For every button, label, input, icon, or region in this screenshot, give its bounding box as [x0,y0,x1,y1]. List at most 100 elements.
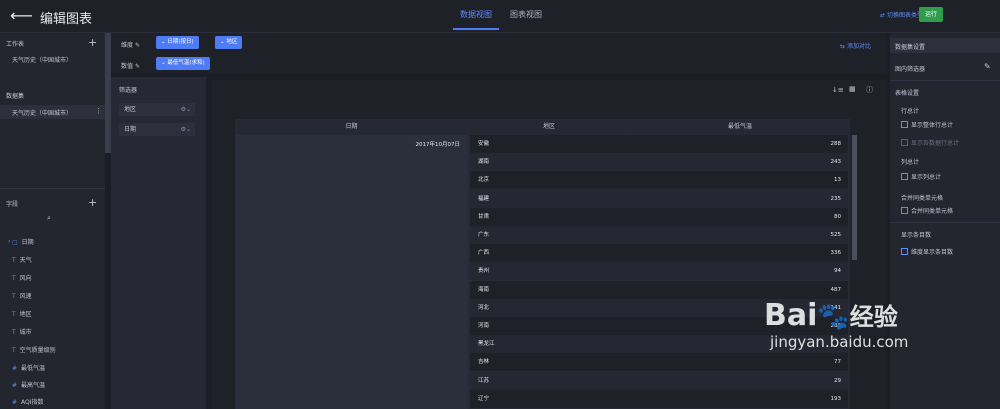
field-label: 风速 [19,293,32,300]
field-item[interactable]: T 天气 [12,255,32,264]
field-item[interactable]: T 城市 [12,327,32,336]
filter-date[interactable]: 日期 ⚙⌄ [119,123,195,136]
table-header-region[interactable]: 地区 [469,119,629,135]
gear-chevron-icon: ⚙⌄ [180,106,191,113]
field-item[interactable]: T 风向 [12,273,32,282]
show-row-total-label: 显示整体行总计 [911,122,954,129]
table-cell-region: 广东 [478,232,490,238]
expand-chevron-icon[interactable]: › [8,238,10,245]
add-field-plus-icon[interactable]: + [88,196,97,209]
table-cell-min-temp: 243 [830,159,842,166]
col-total-label: 列总计 [901,159,920,166]
table-cell-region: 吉林 [478,359,490,366]
add-worktable-plus-icon[interactable]: + [88,36,97,49]
sidebar-divider [0,188,105,189]
field-label: 空气质量级别 [19,347,56,354]
show-row-total-checkbox[interactable] [901,121,908,128]
text-field-icon: T [12,275,16,282]
field-label: AQI指数 [21,399,44,406]
table-cell-min-temp: 13 [834,177,841,184]
gear-chevron-icon: ⚙⌄ [180,126,191,133]
search-icon[interactable]: ⌕ [47,214,51,223]
date-merged-cell [235,135,468,409]
watermark-brand2: 经验 [849,303,898,331]
number-field-icon: # [12,382,18,389]
info-icon[interactable]: ⓘ [866,85,873,95]
table-cell-region: 广西 [478,250,490,257]
dimension-chip-region[interactable]: ⌄ 地区 [215,36,243,49]
show-each-row-total-label: 显示各数据行总计 [911,140,960,147]
dataset-item: 天气历史（中国城市） [12,110,73,117]
tab-data-view[interactable]: 数据视图 [460,9,492,20]
field-item[interactable]: # 最高气温 [12,380,45,389]
table-cell-min-temp: 29 [834,377,841,384]
table-cell-min-temp: 288 [830,141,842,147]
dim-show-count-label: 维度显示条目数 [911,249,954,256]
field-label: 城市 [19,329,32,336]
field-item[interactable]: T 空气质量级别 [12,345,56,354]
table-vertical-scrollbar[interactable] [852,135,857,260]
table-cell-region: 海南 [478,286,490,293]
table-cell-min-temp: 77 [834,359,841,366]
field-item[interactable]: T 地区 [12,309,32,318]
table-header-date[interactable]: 日期 [235,119,468,135]
dataset-more-icon[interactable]: ⋮ [95,107,102,115]
sort-icon[interactable]: ↓≡ [832,86,844,94]
text-field-icon: T [12,311,16,318]
watermark-url: jingyan.baidu.com [770,333,909,351]
field-label: 日期 [21,239,34,246]
text-field-icon: T [12,329,16,336]
tab-chart-view[interactable]: 图表视图 [510,9,542,20]
merge-cells-checkbox[interactable] [901,207,908,214]
table-cell-region: 河北 [478,304,490,311]
field-item[interactable]: T 风速 [12,291,32,300]
date-field-icon: ▢ [12,239,18,246]
table-cell-region: 辽宁 [478,395,490,402]
text-field-icon: T [12,347,16,354]
table-cell-region: 安徽 [478,141,490,147]
text-field-icon: T [12,293,16,300]
edit-pencil-icon[interactable]: ✎ [984,62,991,71]
table-cell-region: 甘肃 [478,213,490,220]
back-arrow-icon[interactable]: ⟵ [10,6,33,25]
switch-icon: ⇄ [880,12,887,19]
filter-region[interactable]: 地区 ⚙⌄ [119,103,195,116]
switch-chart-type-link[interactable]: ⇄ 切换图表类型 [880,10,923,19]
value-shelf-label: 数值 ✎ [121,63,140,70]
add-compare-link[interactable]: ⇆ 添加对比 [840,41,871,50]
field-item[interactable]: # AQI指数 [12,397,44,406]
table-cell-region: 贵州 [478,268,490,275]
run-button[interactable]: 运行 [919,7,943,22]
table-cell-min-temp: 94 [834,268,841,275]
dimension-chip-date[interactable]: ⌄ 日期(按日) [156,36,199,49]
table-cell-min-temp: 525 [830,232,842,238]
watermark-brand: Bai [764,298,818,333]
table-cell-min-temp: 193 [830,395,842,402]
dimension-shelf-label: 维度 ✎ [121,42,140,49]
table-cell-region: 黑龙江 [478,341,495,348]
field-label: 风向 [19,275,32,282]
dim-show-count-checkbox[interactable] [901,248,908,255]
row-total-label: 行总计 [901,108,920,115]
field-item[interactable]: ▢ 日期 [12,237,34,246]
field-item[interactable]: # 最低气温 [12,363,45,372]
edit-pencil-icon: ✎ [134,42,140,49]
field-label: 最高气温 [21,382,46,389]
number-field-icon: # [12,399,18,406]
dataset-title: 数据集 [6,93,25,100]
divider [890,80,1000,81]
baidu-watermark: Bai🐾经验 jingyan.baidu.com [764,298,909,352]
table-header-min-temp[interactable]: 最低气温 [630,119,850,135]
value-chip-min-temp[interactable]: ⌄ 最低气温(求和) [156,57,210,70]
text-field-icon: T [12,257,16,264]
in-chart-filter-label: 图内筛选器 [895,66,926,73]
table-cell-min-temp: 80 [834,213,841,220]
calendar-icon[interactable]: ▦ [849,85,856,93]
show-each-row-total-checkbox[interactable] [901,139,908,146]
divider [890,222,1000,223]
switch-chart-type-label: 切换图表类型 [886,12,923,19]
table-cell-date: 2017年10月07日 [415,142,461,148]
settings-title: 数据集设置 [895,44,926,51]
show-col-total-checkbox[interactable] [901,173,908,180]
worktable-item[interactable]: 天气历史（中国城市） [12,55,72,64]
